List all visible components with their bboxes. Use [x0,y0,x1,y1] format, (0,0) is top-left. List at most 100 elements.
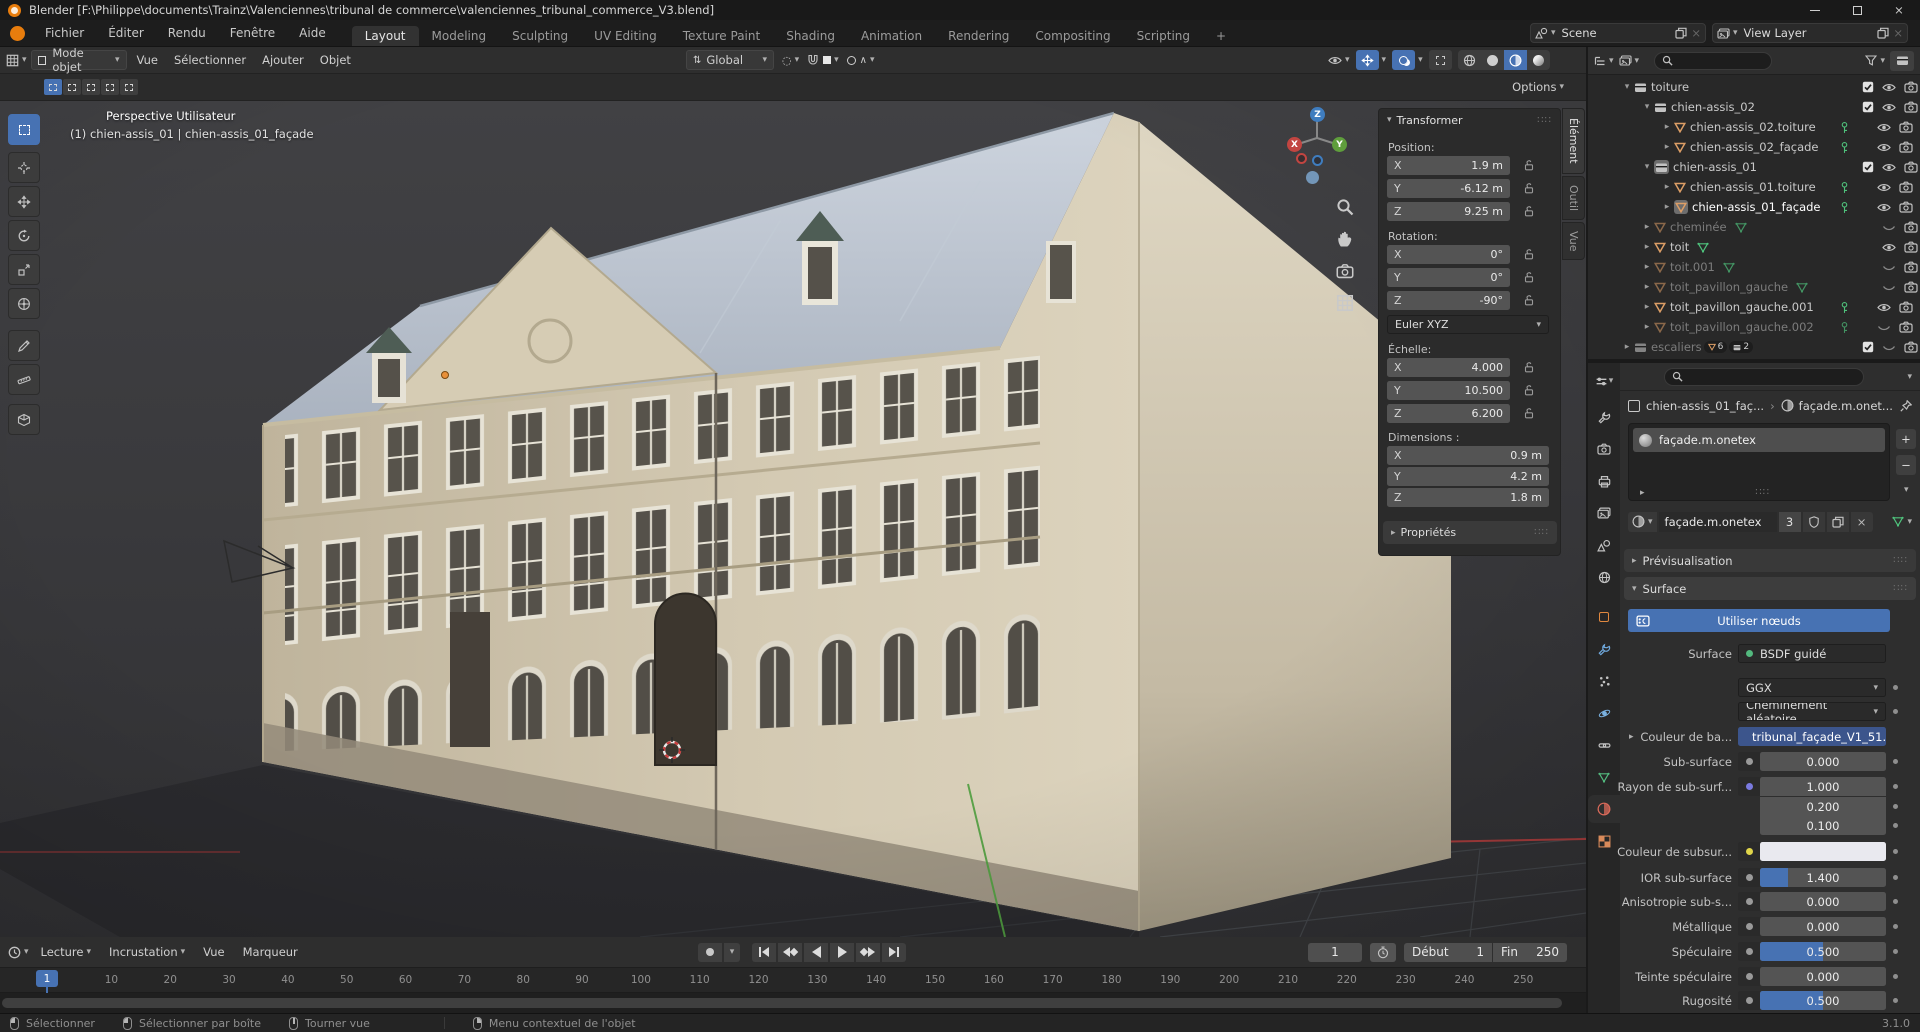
animate-dot[interactable] [1893,875,1898,880]
lock-icon[interactable] [1524,205,1534,217]
pan-view-icon[interactable] [1336,230,1354,248]
select-mode-extend-button[interactable] [63,79,81,95]
tab-tool[interactable] [1588,403,1620,431]
transform-panel-header[interactable]: ▾ Transformer ∷∷ [1379,109,1560,131]
tab-material[interactable] [1588,795,1620,823]
breadcrumb-object[interactable]: chien-assis_01_faç... [1646,399,1764,413]
animate-dot[interactable] [1893,998,1898,1003]
menu-fenetre[interactable]: Fenêtre [218,26,287,40]
outliner-search-input[interactable] [1654,52,1772,70]
menu-incrustation[interactable]: Incrustation▾ [103,942,191,962]
filter-chevron-icon[interactable]: ▾ [1907,372,1912,382]
outliner-row-chien-assis-01-toiture[interactable]: ▸ chien-assis_01.toiture [1588,177,1920,197]
view-layer-selector[interactable]: ▾ View Layer × [1712,23,1908,43]
editor-type-selector[interactable]: ▾ [6,54,27,67]
camera-render-icon[interactable] [1904,101,1918,113]
shading-rendered-button[interactable] [1527,50,1550,70]
add-slot-button[interactable]: + [1896,429,1916,449]
camera-render-icon[interactable] [1904,81,1918,93]
outliner-row-chien-assis-02[interactable]: ▾ chien-assis_02 [1588,97,1920,117]
unlink-material-button[interactable]: × [1851,512,1873,532]
new-view-layer-icon[interactable] [1877,27,1889,39]
mode-selector[interactable]: Mode objet ▾ [31,50,127,70]
snapping-toggle[interactable]: ▾ [807,54,839,66]
select-mode-subtract-button[interactable] [82,79,100,95]
surface-shader-selector[interactable]: BSDF guidé [1738,644,1886,663]
lock-icon[interactable] [1524,182,1534,194]
eye-icon[interactable] [1877,202,1891,213]
tab-world[interactable] [1588,563,1620,591]
tool-annotate[interactable] [8,330,40,361]
tab-physics[interactable] [1588,699,1620,727]
dimensions-x-field[interactable]: X0.9 m [1387,446,1549,465]
animate-dot[interactable] [1893,823,1898,828]
shading-wireframe-button[interactable] [1458,50,1481,70]
sidebar-tab-vue[interactable]: Vue [1562,222,1585,260]
shading-material-button[interactable] [1504,50,1527,70]
object-visibility-dropdown[interactable]: ▾ [1328,55,1350,66]
outliner-row-toit-pavillon-gauche-001[interactable]: ▸ toit_pavillon_gauche.001 [1588,297,1920,317]
outliner-row-toiture[interactable]: ▾ toiture [1588,77,1920,97]
outliner-row-chien-assis-02-facade[interactable]: ▸ chien-assis_02_façade [1588,137,1920,157]
pivot-point-selector[interactable]: ◌▾ [782,54,799,67]
lock-icon[interactable] [1524,271,1534,283]
menu-vue[interactable]: Vue [131,50,164,70]
tab-view-layer[interactable] [1588,499,1620,527]
overlays-icon[interactable] [1392,50,1415,70]
specular-tint-decorator[interactable] [1738,967,1760,986]
camera-render-icon[interactable] [1904,281,1918,293]
outliner-row-toit-pavillon-gauche[interactable]: ▸ toit_pavillon_gauche [1588,277,1920,297]
camera-render-icon[interactable] [1899,181,1913,193]
tool-move[interactable] [8,186,40,217]
animate-dot[interactable] [1893,974,1898,979]
tab-scene[interactable] [1588,531,1620,559]
subsurface-color-decorator[interactable] [1738,842,1760,861]
play-button[interactable] [830,943,854,962]
disclosure-icon[interactable]: ▸ [1620,342,1634,352]
camera-view-dot[interactable] [1306,171,1319,184]
camera-view-icon[interactable] [1336,262,1354,280]
position-y-field[interactable]: Y-6.12 m [1387,179,1510,198]
tool-select-box[interactable] [8,114,40,145]
rotation-mode-dropdown[interactable]: Euler XYZ▾ [1387,315,1549,334]
playhead-marker[interactable]: 1 [36,970,58,987]
properties-search-input[interactable] [1664,368,1864,386]
material-name-field[interactable]: façade.m.onetex [1659,512,1777,532]
overlays-dropdown[interactable]: ▾ [1392,50,1423,70]
base-color-texture-field[interactable]: tribunal_façade_V1_51... [1738,727,1886,746]
play-reverse-button[interactable] [804,943,828,962]
disclosure-icon[interactable]: ▸ [1640,222,1654,232]
lock-icon[interactable] [1524,384,1534,396]
metallic-slider[interactable]: 0.000 [1760,917,1886,936]
checkbox-icon[interactable] [1862,161,1874,173]
animate-dot[interactable] [1893,709,1898,714]
tab-object-data[interactable] [1588,763,1620,791]
lock-icon[interactable] [1524,248,1534,260]
select-mode-invert-button[interactable] [101,79,119,95]
eye-icon[interactable] [1877,122,1891,133]
browse-material-button[interactable]: ▾ [1628,512,1657,532]
xray-toggle[interactable] [1429,50,1452,70]
outliner-row-cheminee[interactable]: ▸ cheminée [1588,217,1920,237]
keying-set-dropdown[interactable]: ▾ [724,943,740,962]
menu-rendu[interactable]: Rendu [156,26,218,40]
gizmo-icon[interactable] [1356,50,1379,70]
menu-aide[interactable]: Aide [287,26,338,40]
menu-ajouter[interactable]: Ajouter [256,50,310,70]
tab-output[interactable] [1588,467,1620,495]
rotation-z-field[interactable]: Z-90° [1387,291,1510,310]
slot-specials-icon[interactable]: ▾ [1904,485,1909,495]
specular-slider[interactable]: 0.500 [1760,942,1886,961]
workspace-tab-animation[interactable]: Animation [848,26,935,46]
jump-to-start-button[interactable] [752,943,776,962]
menu-editer[interactable]: Éditer [96,26,156,40]
camera-render-icon[interactable] [1904,241,1918,253]
tool-scale[interactable] [8,254,40,285]
next-keyframe-button[interactable] [856,943,880,962]
animate-dot[interactable] [1893,924,1898,929]
checkbox-icon[interactable] [1862,101,1874,113]
timeline-ruler[interactable]: 1020304050607080901001101201301401501601… [0,968,1586,993]
outliner-row-escaliers[interactable]: ▸ escaliers 6 2 [1588,337,1920,357]
workspace-tab-rendering[interactable]: Rendering [935,26,1022,46]
jump-to-end-button[interactable] [882,943,906,962]
